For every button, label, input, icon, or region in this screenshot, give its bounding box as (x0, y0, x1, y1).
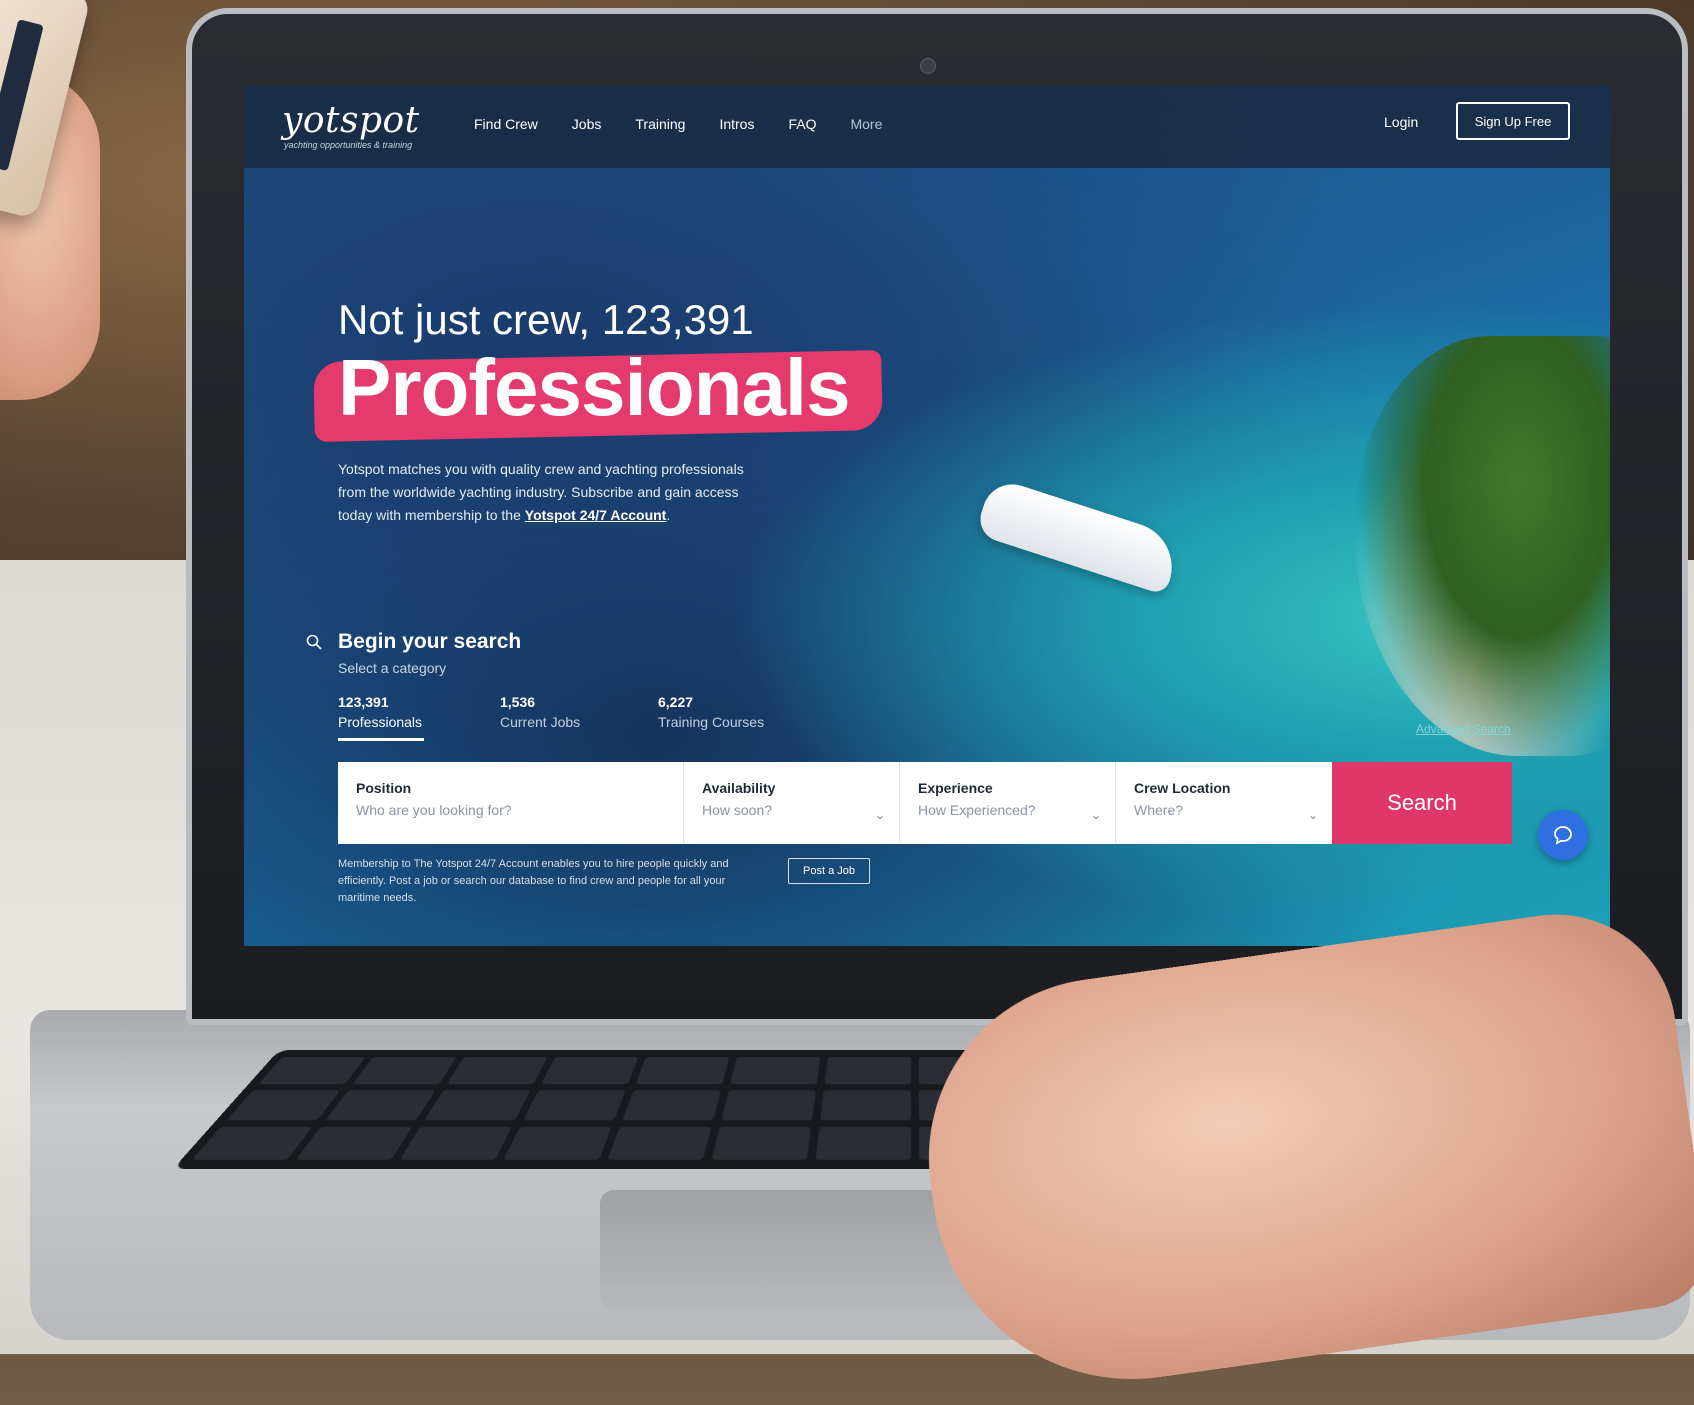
nav-training[interactable]: Training (635, 116, 685, 132)
laptop-screen: yotspot yachting opportunities & trainin… (244, 86, 1610, 946)
yacht-image (974, 476, 1184, 596)
field-label: Availability (702, 780, 776, 796)
chat-widget-button[interactable] (1538, 810, 1588, 860)
post-job-button[interactable]: Post a Job (788, 858, 870, 884)
category-label: Current Jobs (500, 714, 581, 730)
login-link[interactable]: Login (1384, 114, 1418, 130)
signup-button[interactable]: Sign Up Free (1456, 102, 1570, 140)
category-label: Training Courses (658, 714, 765, 730)
site-logo[interactable]: yotspot (282, 100, 420, 141)
advanced-search-link[interactable]: Advanced Search (1416, 722, 1511, 736)
availability-select[interactable]: Availability How soon? ⌄ (684, 762, 900, 844)
logo-tagline: yachting opportunities & training (284, 140, 413, 150)
category-count: 123,391 (338, 694, 389, 710)
field-placeholder: Where? (1134, 802, 1184, 818)
top-navigation: yotspot yachting opportunities & trainin… (244, 86, 1610, 168)
field-placeholder: How Experienced? (918, 802, 1036, 818)
webcam (920, 58, 936, 74)
search-subheading: Select a category (338, 660, 447, 676)
field-label: Experience (918, 780, 993, 796)
chevron-down-icon: ⌄ (874, 808, 885, 822)
account-link[interactable]: Yotspot 24/7 Account (525, 507, 667, 523)
hero-description-end: . (666, 507, 671, 523)
nav-faq[interactable]: FAQ (788, 116, 816, 132)
search-button[interactable]: Search (1332, 762, 1512, 844)
crew-location-select[interactable]: Crew Location Where? ⌄ (1116, 762, 1332, 844)
field-placeholder: How soon? (702, 802, 773, 818)
chevron-down-icon: ⌄ (1090, 808, 1101, 822)
hero-title: Professionals (338, 343, 851, 432)
island-scenery (1354, 336, 1610, 756)
experience-select[interactable]: Experience How Experienced? ⌄ (900, 762, 1116, 844)
search-heading: Begin your search (338, 630, 522, 653)
category-current-jobs[interactable]: 1,536 Current Jobs (500, 694, 580, 730)
category-count: 1,536 (500, 694, 536, 710)
nav-intros[interactable]: Intros (719, 116, 754, 132)
search-icon (306, 634, 322, 650)
nav-links: Find Crew Jobs Training Intros FAQ More (474, 116, 882, 132)
nav-find-crew[interactable]: Find Crew (474, 116, 538, 132)
phone-screen (0, 19, 44, 172)
position-field[interactable]: Position Who are you looking for? (338, 762, 684, 844)
hero-subtitle: Not just crew, 123,391 (338, 296, 754, 343)
category-professionals[interactable]: 123,391 Professionals (338, 694, 425, 741)
nav-more[interactable]: More (850, 116, 882, 132)
field-placeholder: Who are you looking for? (356, 802, 512, 818)
field-label: Position (356, 780, 412, 796)
chevron-down-icon: ⌄ (1307, 808, 1318, 822)
search-bar: Position Who are you looking for? Availa… (338, 762, 1512, 844)
field-label: Crew Location (1134, 780, 1231, 796)
category-count: 6,227 (658, 694, 694, 710)
chat-icon (1554, 826, 1572, 845)
membership-note: Membership to The Yotspot 24/7 Account e… (338, 858, 729, 904)
category-training-courses[interactable]: 6,227 Training Courses (658, 694, 764, 730)
category-label: Professionals (338, 714, 423, 730)
hero-description: Yotspot matches you with quality crew an… (338, 458, 768, 527)
nav-jobs[interactable]: Jobs (572, 116, 602, 132)
